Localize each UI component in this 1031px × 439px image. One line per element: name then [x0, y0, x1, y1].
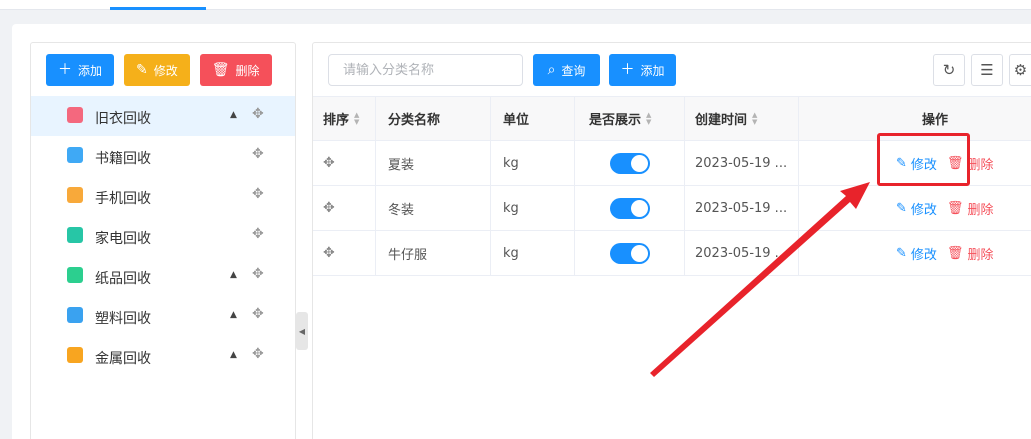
annotation-arrow-icon — [650, 182, 870, 377]
